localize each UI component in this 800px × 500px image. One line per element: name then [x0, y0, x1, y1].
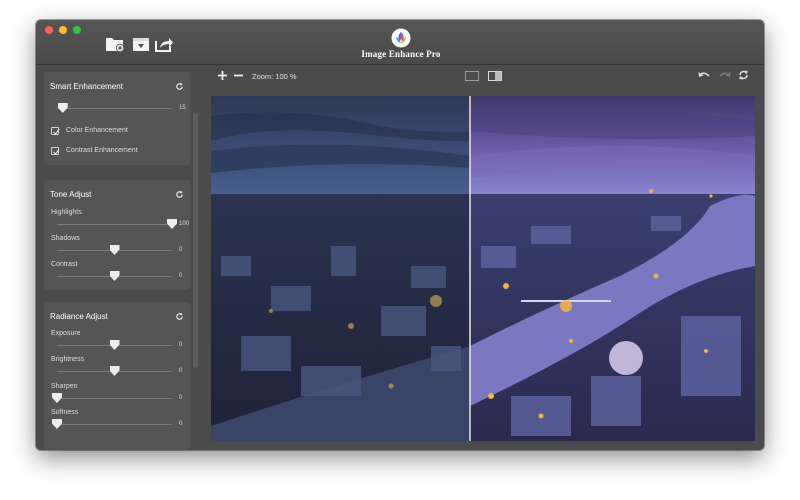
save-icon[interactable] — [131, 35, 151, 53]
exposure-label: Exposure — [51, 330, 81, 337]
contrast-slider-thumb[interactable] — [109, 271, 120, 281]
zoom-level: Zoom: 100 % — [252, 72, 297, 81]
app-title: Image Enhance Pro — [361, 49, 441, 59]
reset-icon[interactable] — [175, 82, 184, 91]
brightness-slider-thumb[interactable] — [109, 366, 120, 376]
contrast-value: 0 — [179, 273, 183, 279]
sharpen-slider-thumb[interactable] — [52, 393, 62, 403]
app-window: Image Enhance Pro Smart Enhancement 15 C… — [36, 20, 764, 450]
exposure-slider-thumb[interactable] — [109, 340, 120, 350]
maximize-window-button[interactable] — [73, 26, 81, 34]
exposure-value: 0 — [179, 342, 183, 348]
sharpen-track[interactable] — [57, 398, 172, 399]
contrast-enhancement-label: Contrast Enhancement — [66, 147, 138, 154]
contrast-enhancement-checkbox[interactable] — [51, 147, 60, 155]
smart-enhancement-track[interactable] — [57, 108, 172, 109]
minimize-window-button[interactable] — [59, 26, 67, 34]
color-enhancement-label: Color Enhancement — [66, 127, 128, 134]
title-bar: Image Enhance Pro — [36, 20, 764, 65]
refresh-icon[interactable] — [738, 69, 749, 81]
softness-label: Softness — [51, 409, 79, 416]
softness-track[interactable] — [57, 424, 172, 425]
sharpen-label: Sharpen — [51, 383, 78, 390]
sidebar-scrollbar[interactable] — [193, 113, 198, 368]
add-folder-icon[interactable] — [105, 35, 125, 53]
image-preview[interactable] — [211, 96, 755, 441]
smart-enhancement-panel: Smart Enhancement 15 Color Enhancement C… — [44, 72, 190, 165]
highlights-slider-thumb[interactable] — [167, 219, 177, 229]
reset-icon[interactable] — [175, 190, 184, 199]
smart-enhancement-slider-thumb[interactable] — [57, 103, 68, 113]
reset-icon[interactable] — [175, 312, 184, 321]
softness-slider-thumb[interactable] — [52, 419, 62, 429]
highlights-value: 100 — [179, 221, 190, 227]
split-view-icon[interactable] — [488, 71, 502, 81]
radiance-adjust-panel: Radiance Adjust Exposure 0 Brightness 0 … — [44, 302, 190, 450]
radiance-adjust-title: Radiance Adjust — [50, 312, 108, 321]
tone-adjust-panel: Tone Adjust Highlights 100 Shadows 0 Con… — [44, 180, 190, 290]
smart-enhancement-title: Smart Enhancement — [50, 82, 123, 91]
highlights-track[interactable] — [57, 224, 172, 225]
highlights-label: Highlights — [51, 209, 82, 216]
zoom-in-icon[interactable] — [217, 70, 228, 81]
close-window-button[interactable] — [45, 26, 53, 34]
contrast-label: Contrast — [51, 261, 78, 268]
shadows-slider-thumb[interactable] — [109, 245, 120, 255]
tone-adjust-title: Tone Adjust — [50, 190, 92, 199]
sharpen-value: 0 — [179, 395, 183, 401]
brightness-label: Brightness — [51, 356, 85, 363]
smart-enhancement-value: 15 — [179, 105, 186, 111]
cityscape-photo — [211, 96, 755, 441]
single-view-icon[interactable] — [465, 71, 479, 81]
undo-icon[interactable] — [698, 70, 710, 81]
export-icon[interactable] — [154, 35, 174, 53]
brightness-value: 0 — [179, 368, 183, 374]
color-enhancement-checkbox[interactable] — [51, 127, 60, 135]
zoom-out-icon[interactable] — [233, 70, 244, 81]
redo-icon[interactable] — [719, 70, 731, 81]
softness-value: 0 — [179, 421, 183, 427]
shadows-value: 0 — [179, 247, 183, 253]
adjustments-sidebar: Smart Enhancement 15 Color Enhancement C… — [36, 65, 201, 450]
app-logo-icon — [391, 28, 411, 48]
shadows-label: Shadows — [51, 235, 80, 242]
